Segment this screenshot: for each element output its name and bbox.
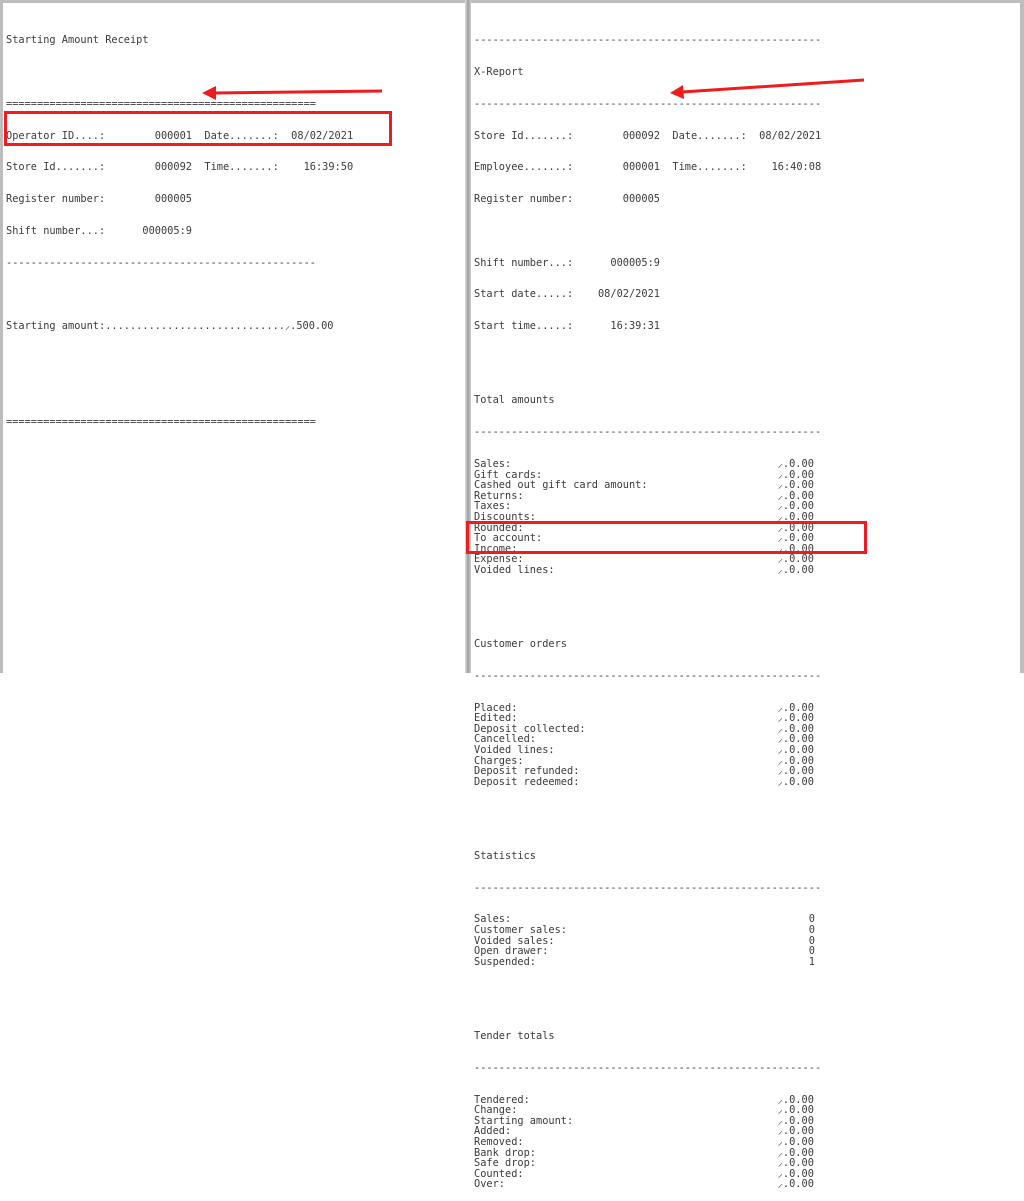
statistics-row: Suspended: 1 <box>474 955 815 968</box>
total-amounts-row: Discounts: ⸝.0.00 <box>474 510 814 523</box>
operator-line: Operator ID....: 000001 Date.......: 08/… <box>6 129 354 142</box>
starting-amount-line: Starting amount:........................… <box>6 320 334 333</box>
single-rule: ----------------------------------------… <box>474 34 822 47</box>
customer-orders-row: Deposit collected: ⸝.0.00 <box>474 722 814 735</box>
window-border-top <box>0 0 1024 3</box>
x-report: ----------------------------------------… <box>474 14 1014 1201</box>
tender-totals-row: Removed: ⸝.0.00 <box>474 1135 814 1148</box>
receipt-title: Starting Amount Receipt <box>6 34 149 47</box>
window-border-right <box>1020 0 1024 673</box>
statistics-rows: Sales: 0 Customer sales: 0 Voided sales: 0… <box>474 914 1014 967</box>
store-line: Store Id.......: 000092 Date.......: 08/… <box>474 129 822 142</box>
customer-orders-row: Deposit redeemed: ⸝.0.00 <box>474 775 814 788</box>
statistics-row: Sales: 0 <box>474 913 815 926</box>
single-rule: ----------------------------------------… <box>474 426 822 439</box>
section-heading-statistics: Statistics <box>474 849 536 862</box>
employee-line: Employee.......: 000001 Time.......: 16:… <box>474 161 822 174</box>
register-line: Register number: 000005 <box>474 193 660 206</box>
start-time-line: Start time.....: 16:39:31 <box>474 320 660 333</box>
tender-totals-rows: Tendered: ⸝.0.00 Change: ⸝.0.00 Starting a… <box>474 1093 1014 1191</box>
single-rule: ----------------------------------------… <box>6 256 316 269</box>
statistics-row: Voided sales: 0 <box>474 934 815 947</box>
window-border-left <box>0 0 3 673</box>
section-heading-tender-totals: Tender totals <box>474 1030 555 1042</box>
starting-amount-receipt: Starting Amount Receipt ================… <box>6 14 461 438</box>
total-amounts-row: Sales: ⸝.0.00 <box>474 457 814 470</box>
shift-line: Shift number...: 000005:9 <box>6 224 192 237</box>
tender-totals-row: Change: ⸝.0.00 <box>474 1104 814 1117</box>
double-rule: ========================================… <box>6 415 316 428</box>
tender-totals-row: Tendered: ⸝.0.00 <box>474 1093 814 1106</box>
double-rule: ========================================… <box>6 97 316 110</box>
total-amounts-row: Voided lines: ⸝.0.00 <box>474 563 814 576</box>
tender-totals-row: Safe drop: ⸝.0.00 <box>474 1157 814 1170</box>
single-rule: ----------------------------------------… <box>474 97 822 110</box>
tender-totals-row: Starting amount: ⸝.0.00 <box>474 1114 814 1127</box>
customer-orders-row: Charges: ⸝.0.00 <box>474 754 814 767</box>
report-title: X-Report <box>474 65 524 78</box>
section-heading-total-amounts: Total amounts <box>474 394 555 407</box>
single-rule: ----------------------------------------… <box>474 1061 822 1074</box>
customer-orders-row: Placed: ⸝.0.00 <box>474 701 814 714</box>
tender-totals-row: Over: ⸝.0.00 <box>474 1178 814 1191</box>
pane-splitter[interactable] <box>465 0 471 673</box>
customer-orders-row: Cancelled: ⸝.0.00 <box>474 733 814 746</box>
customer-orders-row: Voided lines: ⸝.0.00 <box>474 743 814 756</box>
single-rule: ----------------------------------------… <box>474 881 822 894</box>
shift-line: Shift number...: 000005:9 <box>474 256 660 269</box>
start-date-line: Start date.....: 08/02/2021 <box>474 288 660 301</box>
total-amounts-rows: Sales: ⸝.0.00 Gift cards: ⸝.0.00 Cashed ou… <box>474 459 1014 576</box>
store-line: Store Id.......: 000092 Time.......: 16:… <box>6 161 354 174</box>
customer-orders-rows: Placed: ⸝.0.00 Edited: ⸝.0.00 Deposit coll… <box>474 701 1014 788</box>
customer-orders-row: Edited: ⸝.0.00 <box>474 712 814 725</box>
tender-totals-row: Added: ⸝.0.00 <box>474 1125 814 1138</box>
tender-totals-row: Bank drop: ⸝.0.00 <box>474 1146 814 1159</box>
statistics-row: Customer sales: 0 <box>474 924 815 937</box>
tender-totals-row: Counted: ⸝.0.00 <box>474 1167 814 1180</box>
section-heading-customer-orders: Customer orders <box>474 638 567 651</box>
register-line: Register number: 000005 <box>6 193 192 206</box>
statistics-row: Open drawer: 0 <box>474 945 815 958</box>
customer-orders-row: Deposit refunded: ⸝.0.00 <box>474 765 814 778</box>
single-rule: ----------------------------------------… <box>474 669 822 682</box>
